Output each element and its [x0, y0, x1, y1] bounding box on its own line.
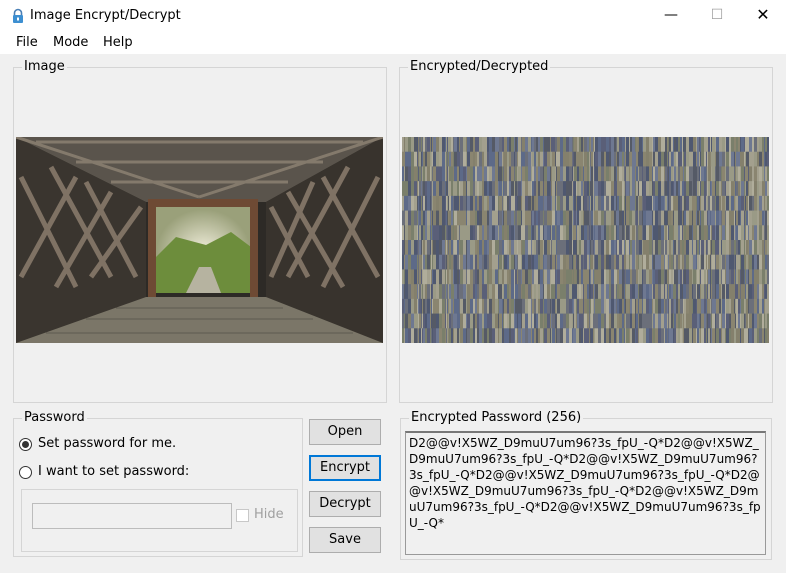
open-button[interactable]: Open [309, 419, 381, 445]
original-image [16, 137, 383, 343]
result-group-title: Encrypted/Decrypted [408, 59, 551, 75]
close-button[interactable]: ✕ [740, 0, 786, 32]
encrypted-password-text[interactable]: D2@@v!X5WZ_D9muU7um96?3s_fpU_-Q*D2@@v!X5… [405, 431, 766, 555]
manual-password-label[interactable]: I want to set password: [38, 464, 189, 479]
manual-password-radio[interactable] [19, 466, 32, 479]
encrypt-button[interactable]: Encrypt [309, 455, 381, 481]
decrypt-button[interactable]: Decrypt [309, 491, 381, 517]
menu-help[interactable]: Help [103, 35, 133, 50]
password-group-title: Password [22, 410, 87, 426]
minimize-button[interactable]: — [648, 0, 694, 32]
menu-bar: File Mode Help [0, 32, 786, 54]
auto-password-radio[interactable] [19, 438, 32, 451]
hide-checkbox[interactable] [236, 509, 249, 522]
window-title: Image Encrypt/Decrypt [30, 8, 181, 23]
hide-label: Hide [254, 507, 284, 522]
maximize-button[interactable]: ☐ [694, 0, 740, 32]
menu-mode[interactable]: Mode [53, 35, 88, 50]
image-group-title: Image [22, 59, 67, 75]
password-input[interactable] [32, 503, 232, 529]
lock-icon [10, 8, 26, 24]
encrypted-image [402, 137, 769, 343]
encrypted-password-title: Encrypted Password (256) [409, 410, 584, 426]
save-button[interactable]: Save [309, 527, 381, 553]
menu-file[interactable]: File [16, 35, 38, 50]
title-bar: Image Encrypt/Decrypt — ☐ ✕ [0, 0, 786, 32]
auto-password-label[interactable]: Set password for me. [38, 436, 176, 451]
